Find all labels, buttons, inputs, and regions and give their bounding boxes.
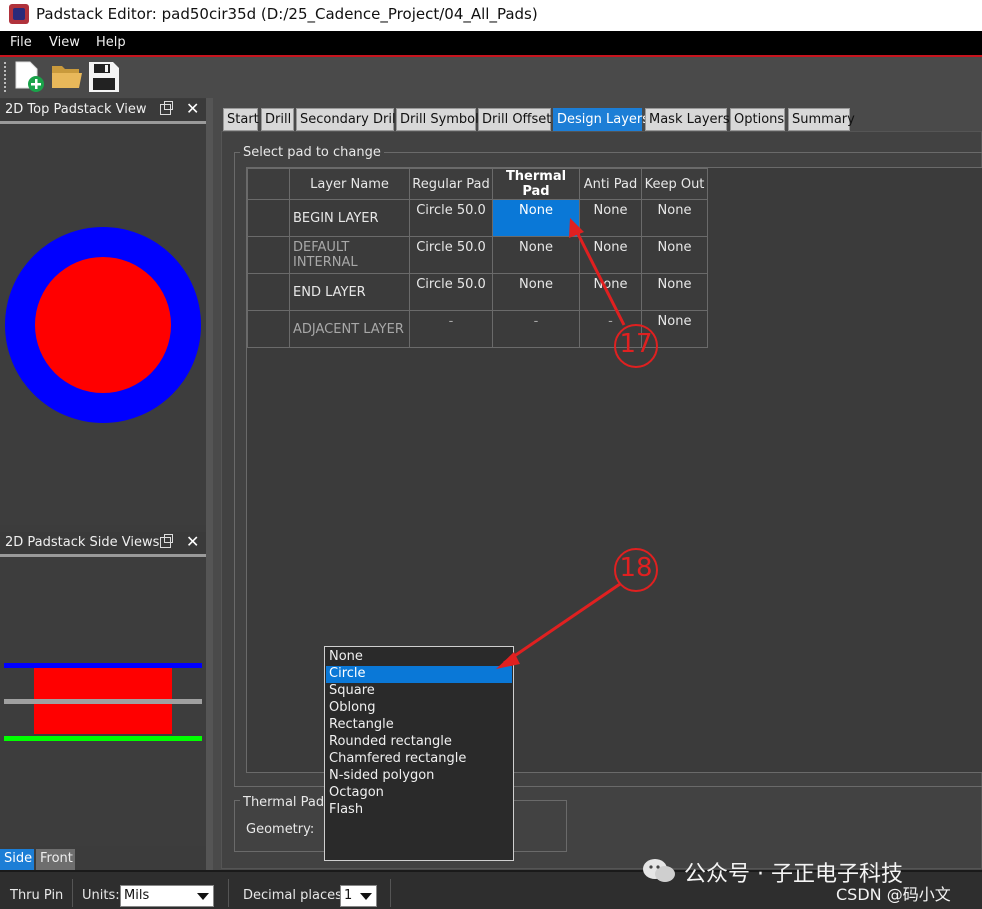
toolbar (0, 57, 982, 98)
row-header[interactable] (247, 199, 290, 237)
panel-underline (0, 554, 206, 557)
top-view-title: 2D Top Padstack View (5, 102, 147, 117)
side-view-header: 2D Padstack Side Views ✕ (0, 532, 206, 554)
close-icon[interactable]: ✕ (186, 532, 199, 551)
decimal-places-label: Decimal places: (243, 888, 347, 903)
keep-out-cell[interactable]: None (641, 199, 708, 237)
menu-bar: File View Help (0, 31, 982, 55)
units-label: Units: (82, 888, 120, 903)
tab-options[interactable]: Options (730, 108, 785, 131)
tab-side[interactable]: Side (0, 849, 34, 870)
top-padstack-view (0, 125, 206, 525)
layer-name-cell: END LAYER (289, 273, 410, 311)
col-thermal-pad: Thermal Pad (492, 168, 580, 200)
menu-help[interactable]: Help (96, 35, 126, 50)
float-icon[interactable] (160, 101, 173, 115)
menu-file[interactable]: File (10, 35, 32, 50)
tab-summary[interactable]: Summary (788, 108, 855, 131)
panel-splitter[interactable] (206, 98, 213, 870)
geometry-option-flash[interactable]: Flash (326, 802, 512, 819)
app-icon (9, 4, 29, 24)
chevron-down-icon (360, 893, 372, 900)
tab-mask-layers[interactable]: Mask Layers (645, 108, 730, 131)
title-bar: Padstack Editor: pad50cir35d (D:/25_Cade… (0, 0, 982, 31)
close-icon[interactable]: ✕ (186, 99, 199, 118)
tab-drill-offset[interactable]: Drill Offset (478, 108, 551, 131)
wechat-icon (642, 858, 676, 884)
geometry-label: Geometry: (246, 822, 315, 837)
float-icon[interactable] (160, 534, 173, 548)
window-title: Padstack Editor: pad50cir35d (D:/25_Cade… (36, 5, 538, 23)
row-header[interactable] (247, 310, 290, 348)
keep-out-cell[interactable]: None (641, 236, 708, 274)
col-regular-pad: Regular Pad (409, 168, 493, 200)
decimal-places-select[interactable]: 1 (340, 885, 377, 907)
menu-view[interactable]: View (49, 35, 80, 50)
row-header[interactable] (247, 273, 290, 311)
table-corner (247, 168, 290, 200)
row-header[interactable] (247, 236, 290, 274)
toolbar-grip[interactable] (4, 62, 8, 92)
tab-drill[interactable]: Drill (261, 108, 294, 131)
tab-drill-symbol[interactable]: Drill Symbol (396, 108, 479, 131)
side-padstack-view (0, 558, 206, 846)
new-icon[interactable] (13, 61, 45, 93)
units-select[interactable]: Mils (120, 885, 214, 907)
geometry-option-rectangle[interactable]: Rectangle (326, 717, 512, 734)
col-layer-name: Layer Name (289, 168, 410, 200)
keep-out-cell[interactable]: None (641, 273, 708, 311)
col-keep-out: Keep Out (641, 168, 708, 200)
status-divider (228, 879, 229, 907)
geometry-option-oblong[interactable]: Oblong (326, 700, 512, 717)
watermark-credit: CSDN @码小文 (836, 885, 951, 904)
status-divider (72, 879, 73, 907)
open-folder-icon[interactable] (51, 62, 83, 90)
geometry-option-chamfered-rectangle[interactable]: Chamfered rectangle (326, 751, 512, 768)
inner-layer-line (4, 699, 202, 704)
layer-name-cell: BEGIN LAYER (289, 199, 410, 237)
inner-circle (35, 257, 171, 393)
chevron-down-icon (197, 893, 209, 900)
thermal-pad-group-title: Thermal Pad (240, 795, 328, 810)
top-view-header: 2D Top Padstack View ✕ (0, 99, 206, 121)
geometry-option-square[interactable]: Square (326, 683, 512, 700)
geometry-option-rounded-rectangle[interactable]: Rounded rectangle (326, 734, 512, 751)
geometry-option-octagon[interactable]: Octagon (326, 785, 512, 802)
tab-design-layers[interactable]: Design Layers (553, 108, 649, 131)
bottom-layer-line (4, 736, 202, 741)
save-icon[interactable] (88, 61, 120, 93)
pin-type-label: Thru Pin (10, 888, 64, 903)
panel-underline (0, 121, 206, 124)
side-view-title: 2D Padstack Side Views (5, 535, 160, 550)
annotation-arrows (496, 218, 626, 669)
select-pad-group-title: Select pad to change (240, 145, 384, 160)
layer-name-cell: ADJACENT LAYER (289, 310, 410, 348)
tab-start[interactable]: Start (223, 108, 259, 131)
col-anti-pad: Anti Pad (579, 168, 642, 200)
layer-name-cell: DEFAULT INTERNAL (289, 236, 410, 274)
top-layer-line (4, 663, 202, 668)
status-divider (390, 879, 391, 907)
tab-front[interactable]: Front (36, 849, 75, 870)
tab-secondary-drill[interactable]: Secondary Drill (296, 108, 399, 131)
geometry-option-n-sided-polygon[interactable]: N-sided polygon (326, 768, 512, 785)
